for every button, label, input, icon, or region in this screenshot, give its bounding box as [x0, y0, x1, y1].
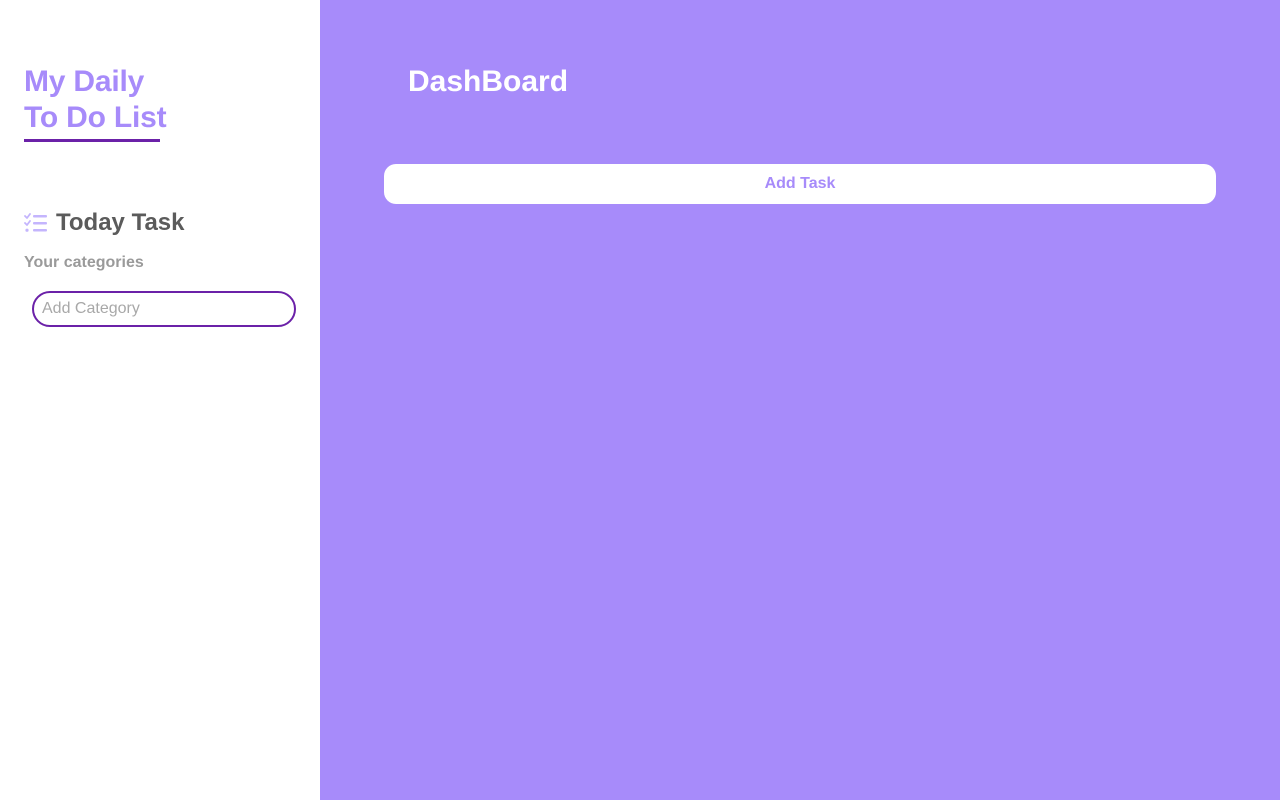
today-task-title: Today Task: [56, 209, 185, 236]
checklist-icon: [24, 211, 48, 235]
main-panel: DashBoard Add Task: [320, 0, 1280, 800]
add-task-button[interactable]: Add Task: [384, 164, 1216, 204]
brand-underline: [24, 139, 160, 142]
brand-line-1: My Daily: [24, 65, 145, 98]
app-root: My Daily To Do List Today Task Your cate…: [0, 0, 1280, 800]
today-task-header: Today Task: [24, 207, 184, 239]
brand-line-2: To Do List: [24, 101, 167, 134]
brand-title: My Daily To Do List: [24, 64, 167, 136]
add-category-input[interactable]: [32, 291, 296, 327]
page-title: DashBoard: [408, 65, 569, 98]
categories-label: Your categories: [24, 254, 144, 271]
sidebar: My Daily To Do List Today Task Your cate…: [0, 0, 320, 800]
